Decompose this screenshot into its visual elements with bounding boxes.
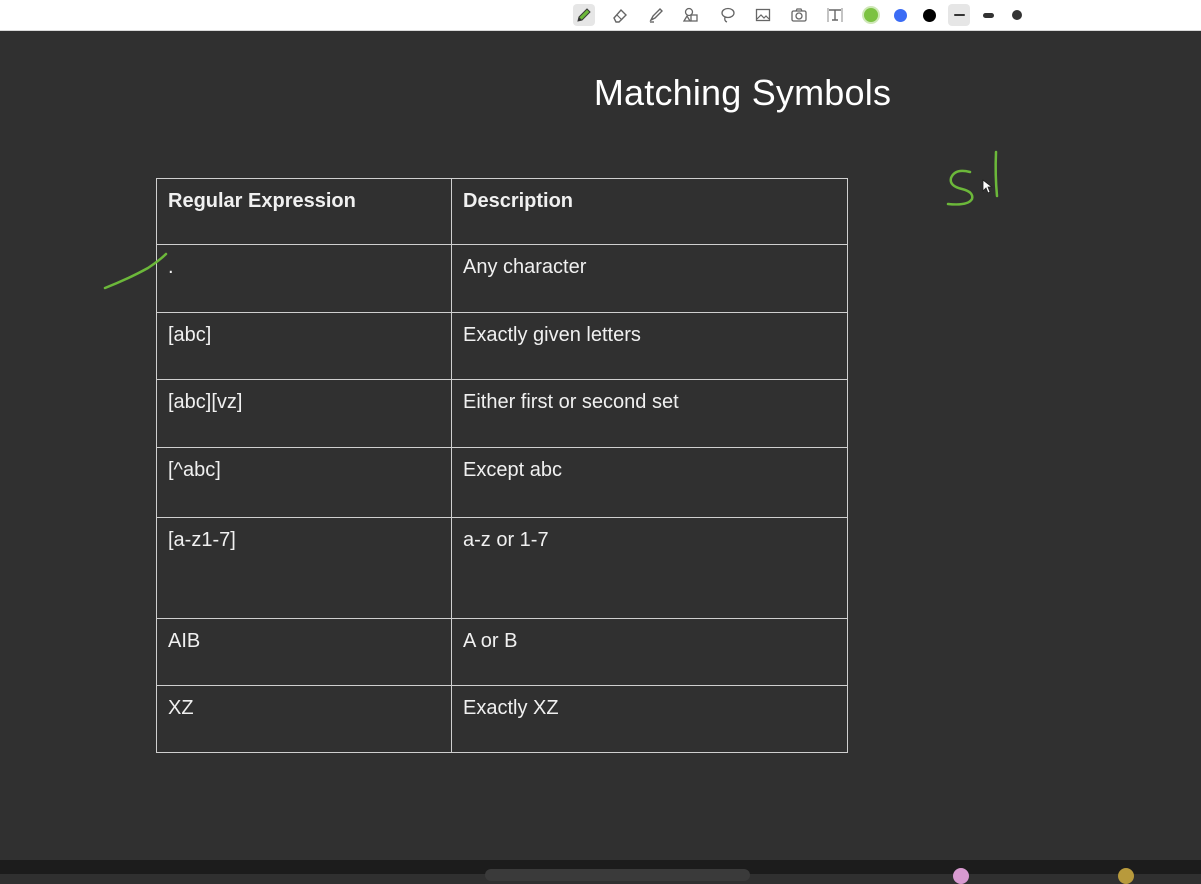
table-row: AIB A or B [156,618,848,686]
cell-expression: [abc] [156,312,452,380]
eraser-icon[interactable] [609,4,631,26]
annotation-toolbar [0,0,1201,31]
slide-title: Matching Symbols [593,72,892,113]
bottom-pill[interactable] [485,869,750,881]
color-swatch-black[interactable] [918,4,940,26]
cell-expression: [a-z1-7] [156,517,452,619]
table-header-row: Regular Expression Description [156,178,848,245]
table-row: [^abc] Except abc [156,447,848,518]
cell-description: A or B [451,618,848,686]
regex-table: Regular Expression Description . Any cha… [156,178,848,753]
participant-avatar[interactable] [953,868,969,884]
table-row: [abc][vz] Either first or second set [156,379,848,448]
header-regular-expression: Regular Expression [156,178,452,245]
stroke-size-thin[interactable] [948,4,970,26]
cell-expression: . [156,244,452,313]
cell-expression: AIB [156,618,452,686]
stroke-size-thick[interactable] [1006,4,1028,26]
cell-expression: XZ [156,685,452,753]
lasso-icon[interactable] [717,4,739,26]
shapes-icon[interactable] [680,4,702,26]
color-swatch-green[interactable] [860,4,882,26]
table-row: XZ Exactly XZ [156,685,848,753]
cell-expression: [abc][vz] [156,379,452,448]
pen-icon[interactable] [573,4,595,26]
table-row: . Any character [156,244,848,313]
header-description: Description [451,178,848,245]
cell-description: a-z or 1-7 [451,517,848,619]
cell-description: Exactly XZ [451,685,848,753]
highlighter-icon[interactable] [645,4,667,26]
cell-description: Except abc [451,447,848,518]
cell-description: Any character [451,244,848,313]
cell-description: Either first or second set [451,379,848,448]
table-row: [a-z1-7] a-z or 1-7 [156,517,848,619]
cell-description: Exactly given letters [451,312,848,380]
camera-icon[interactable] [788,4,810,26]
image-icon[interactable] [752,4,774,26]
text-box-icon[interactable] [824,4,846,26]
color-swatch-blue[interactable] [889,4,911,26]
bottom-bar [0,860,1201,884]
participant-avatar[interactable] [1118,868,1134,884]
cell-expression: [^abc] [156,447,452,518]
table-row: [abc] Exactly given letters [156,312,848,380]
stroke-size-medium[interactable] [977,4,999,26]
